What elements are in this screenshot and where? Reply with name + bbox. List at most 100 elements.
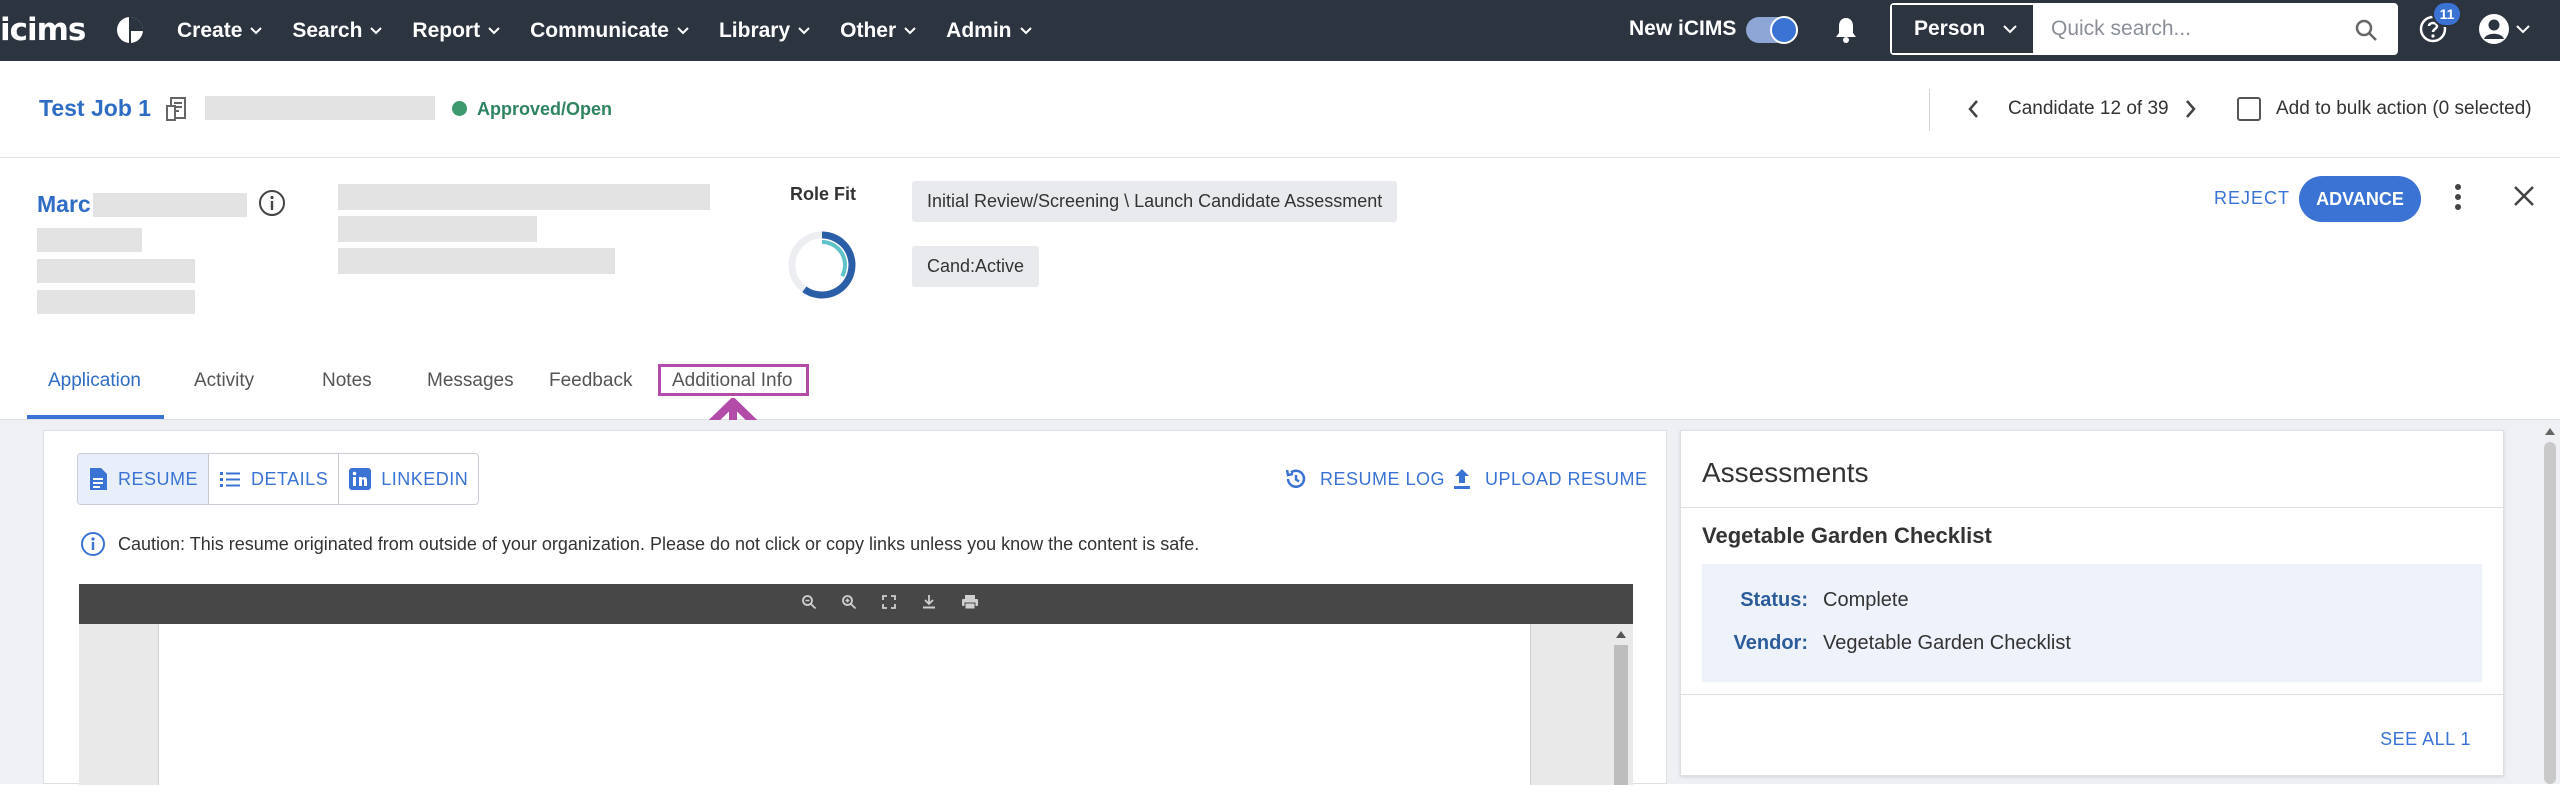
- chevron-down-icon: [250, 26, 263, 34]
- next-candidate-chevron-icon[interactable]: [2184, 98, 2198, 120]
- upload-icon: [1454, 469, 1470, 489]
- redacted-field: [338, 216, 537, 242]
- status-indicator-dot: [452, 101, 467, 116]
- divider: [1681, 694, 2503, 695]
- menu-library[interactable]: Library: [719, 19, 810, 43]
- new-icims-toggle[interactable]: [1746, 16, 1798, 44]
- status-label: Status:: [1740, 589, 1808, 611]
- bulk-action-label: Add to bulk action (0 selected): [2276, 98, 2532, 119]
- candidate-tabs: Application Activity Notes Messages Feed…: [0, 360, 2560, 420]
- tab-messages[interactable]: Messages: [427, 370, 514, 392]
- chevron-down-icon: [904, 26, 916, 34]
- page-scrollbar[interactable]: [2540, 420, 2560, 784]
- redacted-field: [37, 259, 195, 283]
- linkedin-segment-button[interactable]: LINKEDIN: [339, 454, 478, 504]
- search-icon[interactable]: [2354, 18, 2378, 42]
- chevron-down-icon: [2003, 24, 2017, 33]
- previous-candidate-chevron-icon[interactable]: [1966, 98, 1980, 120]
- new-icims-label: New iCIMS: [1629, 17, 1737, 40]
- divider: [1929, 89, 1930, 131]
- candidate-name[interactable]: Marc: [37, 191, 91, 218]
- assessment-details: Status: Complete Vendor: Vegetable Garde…: [1702, 564, 2482, 682]
- active-tab-indicator: [27, 415, 164, 419]
- resume-document-page[interactable]: [158, 624, 1531, 785]
- upload-resume-button[interactable]: UPLOAD RESUME: [1451, 467, 1648, 491]
- info-icon[interactable]: [258, 189, 286, 217]
- bulk-action-checkbox[interactable]: [2237, 97, 2261, 121]
- scroll-up-arrow-icon[interactable]: [1616, 631, 1626, 638]
- candidate-position: Candidate 12 of 39: [2008, 98, 2169, 119]
- job-status: Approved/Open: [477, 99, 613, 119]
- job-header: Test Job 1 Approved/Open Candidate 12 of…: [0, 61, 2560, 158]
- toggle-knob: [1770, 16, 1798, 44]
- resume-segment-button[interactable]: RESUME: [78, 454, 210, 504]
- redacted-last-name: [93, 193, 247, 217]
- assessment-name: Vegetable Garden Checklist: [1702, 523, 1992, 548]
- reject-button[interactable]: REJECT: [2214, 188, 2290, 209]
- chevron-down-icon: [370, 26, 383, 34]
- notification-badge: 11: [2432, 1, 2462, 27]
- chevron-down-icon: [798, 26, 810, 34]
- redacted-field: [37, 228, 142, 252]
- zoom-out-icon[interactable]: [801, 594, 817, 610]
- workflow-status-tag[interactable]: Initial Review/Screening \ Launch Candid…: [912, 181, 1398, 222]
- menu-admin[interactable]: Admin: [946, 19, 1032, 43]
- scroll-up-arrow-icon[interactable]: [2545, 428, 2555, 435]
- quick-search: Person: [1890, 3, 2398, 55]
- history-icon: [1285, 469, 1306, 488]
- chevron-down-icon: [488, 26, 500, 34]
- advance-button[interactable]: ADVANCE: [2299, 176, 2421, 222]
- role-fit-label: Role Fit: [790, 184, 856, 204]
- dashboard-pie-icon[interactable]: [116, 16, 144, 44]
- caution-message: Caution: This resume originated from out…: [80, 531, 1199, 557]
- fullscreen-icon[interactable]: [881, 594, 897, 610]
- redacted-field: [338, 248, 615, 274]
- more-options-icon[interactable]: [2454, 183, 2462, 211]
- chevron-down-icon: [2516, 24, 2530, 33]
- user-menu[interactable]: [2478, 13, 2530, 45]
- tab-feedback[interactable]: Feedback: [549, 370, 632, 392]
- search-type-select[interactable]: Person: [1892, 5, 2033, 53]
- candidate-status-tag[interactable]: Cand:Active: [912, 246, 1040, 287]
- scrollbar-thumb[interactable]: [2544, 442, 2556, 784]
- tab-activity[interactable]: Activity: [194, 370, 254, 392]
- linkedin-icon: [349, 468, 372, 490]
- download-icon[interactable]: [921, 594, 937, 610]
- bell-icon[interactable]: [1834, 16, 1858, 44]
- role-fit-inner-arc: [821, 240, 847, 278]
- tab-application[interactable]: Application: [48, 370, 141, 392]
- close-icon[interactable]: [2512, 184, 2536, 208]
- icims-logo[interactable]: icims: [0, 12, 86, 48]
- tab-notes[interactable]: Notes: [322, 370, 372, 392]
- role-fit-donut[interactable]: [785, 228, 859, 302]
- resume-log-button[interactable]: RESUME LOG: [1284, 467, 1445, 491]
- chevron-down-icon: [1019, 26, 1032, 34]
- job-document-icon[interactable]: [165, 96, 189, 122]
- document-scrollbar[interactable]: [1614, 631, 1628, 785]
- menu-report[interactable]: Report: [412, 19, 500, 43]
- menu-communicate[interactable]: Communicate: [530, 19, 689, 43]
- menu-other[interactable]: Other: [840, 19, 916, 43]
- resume-panel: RESUME DETAILS LINKEDIN RESUME LOG UPLOA…: [43, 430, 1667, 785]
- menu-search[interactable]: Search: [292, 19, 383, 43]
- status-value: Complete: [1823, 589, 1909, 611]
- divider: [1681, 507, 2503, 508]
- print-icon[interactable]: [961, 594, 979, 610]
- redacted-field: [338, 184, 710, 210]
- chevron-down-icon: [677, 26, 689, 34]
- zoom-in-icon[interactable]: [841, 594, 857, 610]
- quick-search-input[interactable]: [2033, 5, 2396, 53]
- main-menu: Create Search Report Communicate Library…: [177, 0, 1062, 61]
- vendor-label: Vendor:: [1733, 632, 1808, 654]
- menu-create[interactable]: Create: [177, 19, 263, 43]
- job-title-link[interactable]: Test Job 1: [39, 95, 151, 122]
- scrollbar-thumb[interactable]: [1614, 645, 1628, 785]
- details-segment-button[interactable]: DETAILS: [209, 454, 340, 504]
- assessments-panel: Assessments Vegetable Garden Checklist S…: [1680, 430, 2504, 776]
- top-nav: icims Create Search Report Communicate L…: [0, 0, 2560, 61]
- vendor-value: Vegetable Garden Checklist: [1823, 632, 2071, 654]
- assessments-title: Assessments: [1702, 457, 1869, 488]
- resume-view-switcher: RESUME DETAILS LINKEDIN: [77, 453, 480, 505]
- document-icon: [90, 468, 107, 490]
- see-all-assessments-link[interactable]: SEE ALL 1: [2380, 729, 2471, 750]
